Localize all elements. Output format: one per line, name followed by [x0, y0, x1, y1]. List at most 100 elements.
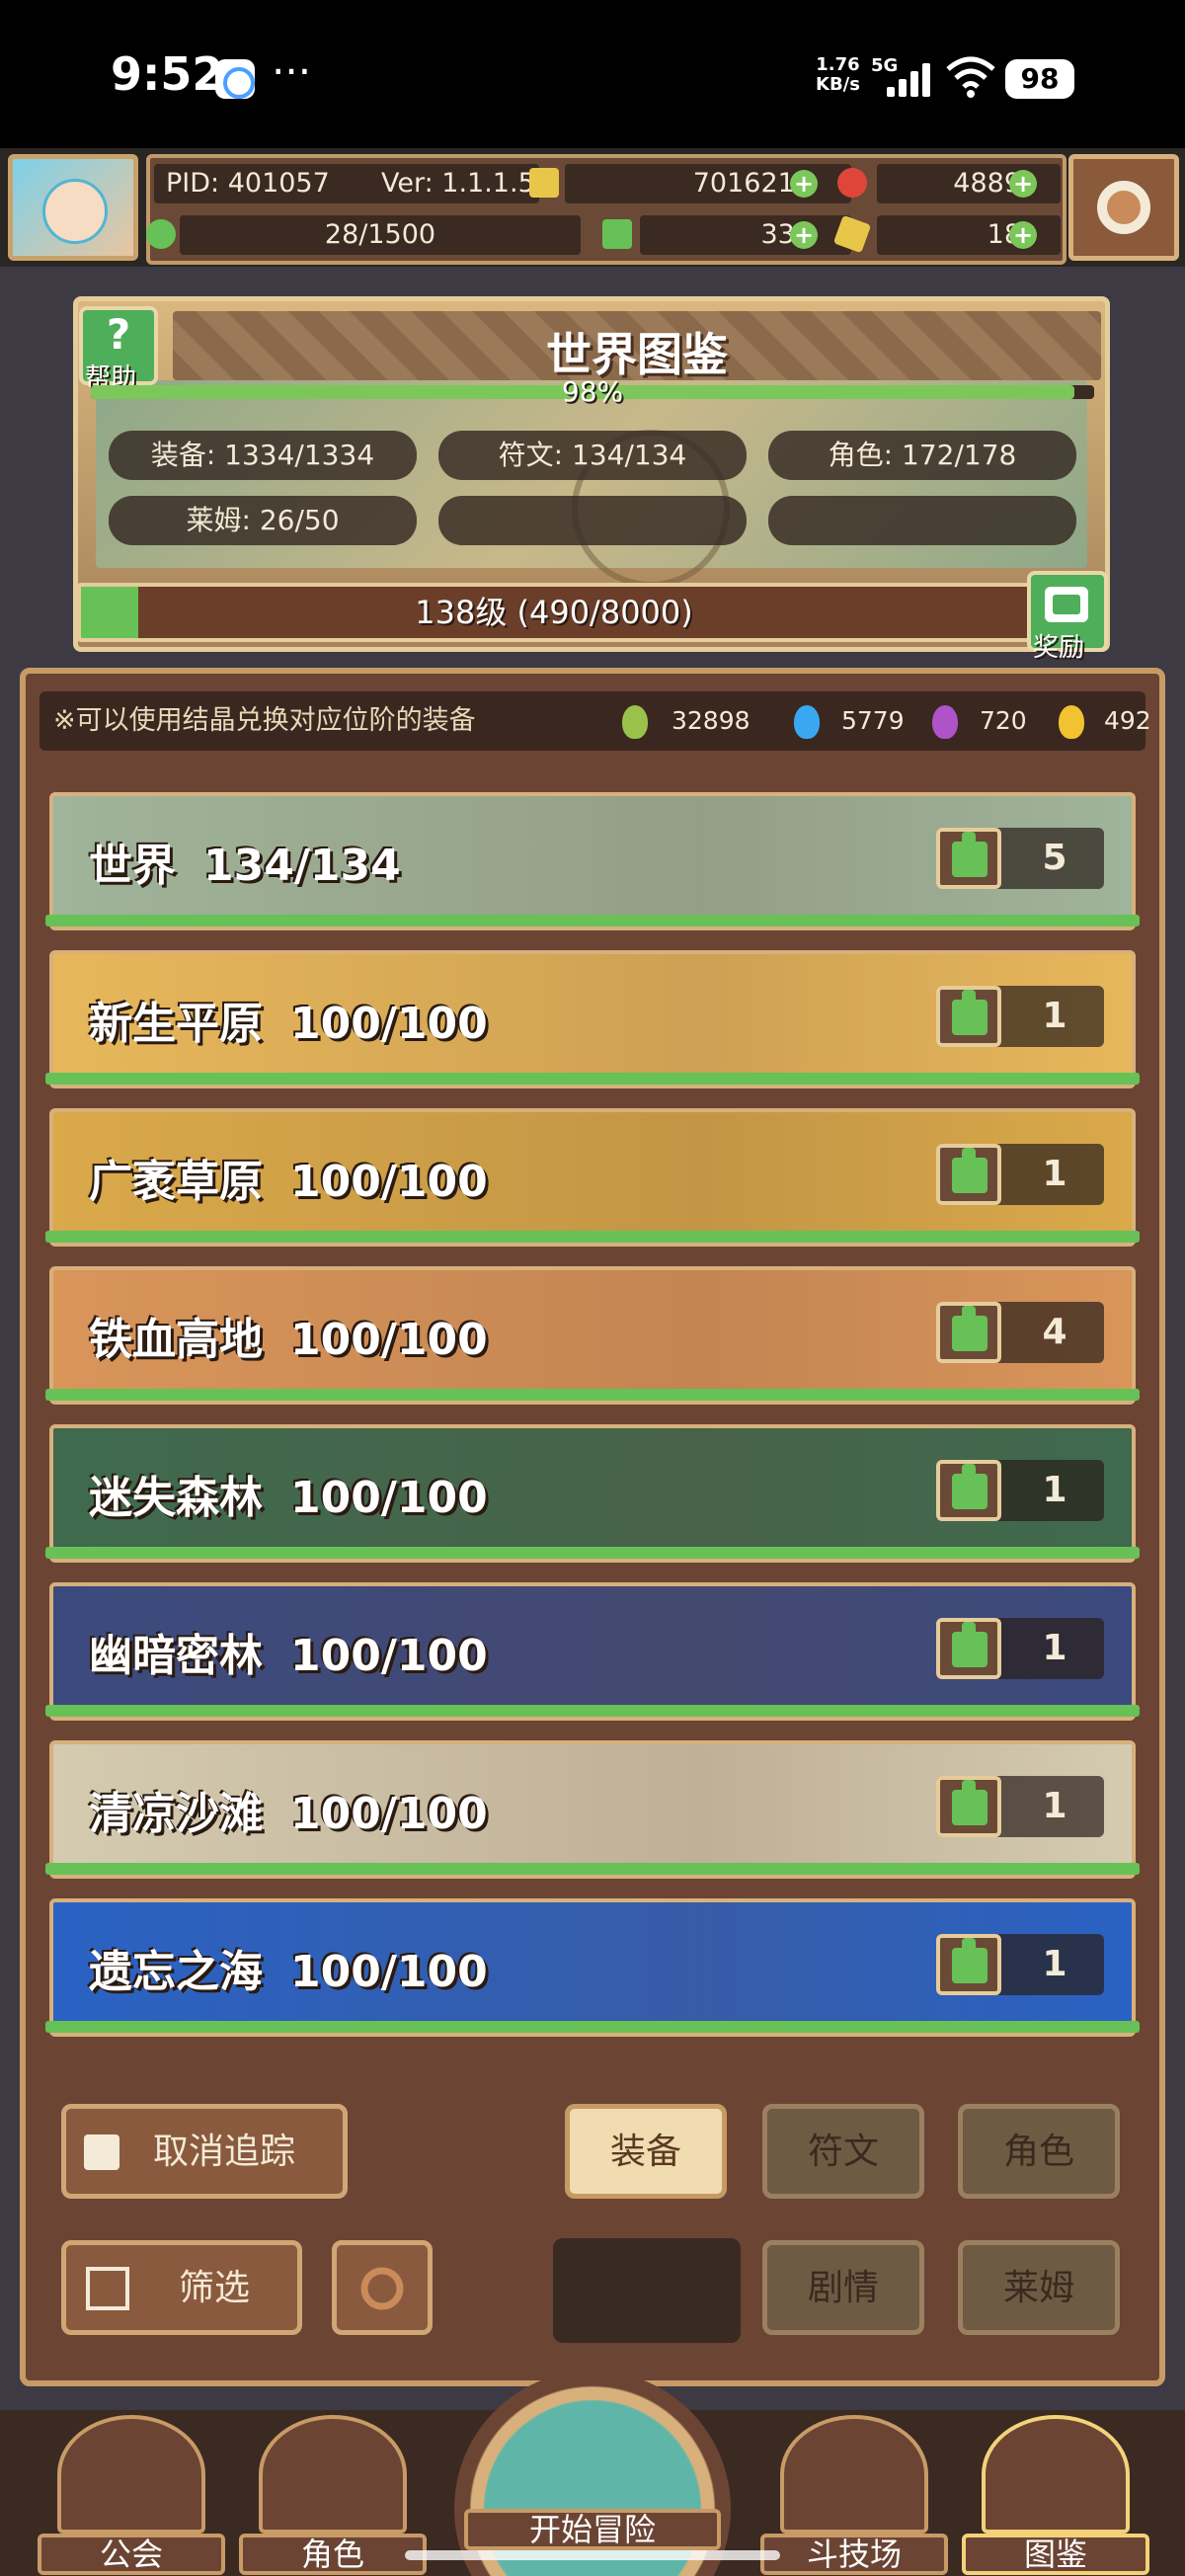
nav-arena[interactable]: 斗技场	[760, 2415, 948, 2575]
completion-percent: 98%	[561, 375, 624, 408]
untrack-button[interactable]: 取消追踪	[61, 2104, 348, 2199]
like-button[interactable]	[936, 1934, 1001, 1995]
like-button[interactable]	[936, 986, 1001, 1047]
nav-character[interactable]: 角色	[239, 2415, 427, 2575]
region-name: 广袤草原	[89, 1157, 263, 1207]
blue-crystal-icon	[794, 705, 820, 739]
filter-label: 筛选	[179, 2268, 251, 2308]
tab-slimes[interactable]: 莱姆	[958, 2240, 1120, 2335]
like-box: 1	[936, 1776, 1104, 1837]
region-row[interactable]: 遗忘之海 100/100 1	[49, 1898, 1136, 2037]
thumbs-up-icon	[952, 1938, 988, 1983]
purple-crystal-icon	[932, 705, 958, 739]
coin-icon	[529, 168, 559, 198]
region-row[interactable]: 铁血高地 100/100 4	[49, 1266, 1136, 1405]
signal-icon	[887, 63, 934, 97]
player-avatar[interactable]	[8, 154, 138, 261]
like-button[interactable]	[936, 1460, 1001, 1521]
region-row[interactable]: 清凉沙滩 100/100 1	[49, 1740, 1136, 1879]
home-indicator	[405, 2550, 780, 2560]
like-count: 1	[1042, 1944, 1067, 1984]
tab-characters[interactable]: 角色	[958, 2104, 1120, 2199]
region-progress-bar	[45, 1705, 1140, 1717]
nav-encyclopedia[interactable]: 图鉴	[962, 2415, 1149, 2575]
game-version: Ver: 1.1.1.5	[381, 168, 535, 199]
region-row[interactable]: 世界 134/134 5	[49, 792, 1136, 930]
app-notification-icon	[215, 59, 255, 99]
region-row[interactable]: 幽暗密林 100/100 1	[49, 1582, 1136, 1721]
purple-crystal-count: 720	[980, 706, 1027, 735]
slimes-stat: 莱姆: 26/50	[109, 496, 417, 545]
characters-stat: 角色: 172/178	[768, 431, 1076, 480]
reward-icon	[1045, 587, 1088, 622]
like-count: 1	[1042, 1786, 1067, 1826]
like-count: 5	[1042, 838, 1067, 878]
clock: 9:52	[111, 47, 224, 101]
tab-story[interactable]: 剧情	[762, 2240, 924, 2335]
grid-filter-icon	[86, 2267, 129, 2310]
like-box: 1	[936, 986, 1104, 1047]
tab-equipment[interactable]: 装备	[565, 2104, 727, 2199]
region-progress: 134/134	[203, 841, 401, 891]
clover-display: 331	[640, 215, 851, 255]
region-name: 清凉沙滩	[89, 1789, 263, 1839]
encyclopedia-level-bar: 138级 (490/8000)	[77, 583, 1031, 642]
title-banner: 世界图鉴	[173, 311, 1101, 381]
wifi-icon	[946, 56, 995, 98]
gear-icon	[1097, 181, 1150, 234]
add-coins-button[interactable]: +	[790, 170, 818, 198]
gold-crystal-icon	[1059, 705, 1084, 739]
book-icon	[982, 2415, 1130, 2534]
region-row[interactable]: 广袤草原 100/100 1	[49, 1108, 1136, 1247]
region-title: 迷失森林 100/100	[89, 1462, 488, 1525]
region-title: 遗忘之海 100/100	[89, 1936, 488, 1999]
like-button[interactable]	[936, 1618, 1001, 1679]
like-button[interactable]	[936, 1144, 1001, 1205]
empty-stat-slot	[438, 496, 747, 545]
region-progress: 100/100	[290, 1157, 488, 1207]
region-row[interactable]: 新生平原 100/100 1	[49, 950, 1136, 1088]
like-button[interactable]	[936, 1302, 1001, 1363]
region-title: 清凉沙滩 100/100	[89, 1778, 488, 1841]
add-gems-button[interactable]: +	[1009, 170, 1037, 198]
like-box: 1	[936, 1618, 1104, 1679]
clover-icon	[602, 219, 632, 249]
ruby-icon	[837, 168, 867, 198]
thumbs-up-icon	[952, 1464, 988, 1509]
nav-start-adventure[interactable]: 开始冒险	[454, 2371, 731, 2576]
region-name: 遗忘之海	[89, 1947, 263, 1997]
region-progress-bar	[45, 1863, 1140, 1875]
character-portrait-icon	[259, 2415, 407, 2534]
network-speed-unit: KB/s	[816, 74, 860, 95]
tab-runes[interactable]: 符文	[762, 2104, 924, 2199]
thumbs-up-icon	[84, 2134, 119, 2170]
thumbs-up-icon	[952, 1780, 988, 1825]
add-clover-button[interactable]: +	[790, 221, 818, 249]
region-name: 新生平原	[89, 999, 263, 1049]
nav-guild-label: 公会	[38, 2534, 225, 2575]
like-button[interactable]	[936, 828, 1001, 889]
region-progress: 100/100	[290, 1789, 488, 1839]
pid-version-row: PID: 401057 Ver: 1.1.1.5	[154, 164, 539, 203]
thumbs-up-icon	[952, 990, 988, 1035]
filter-button[interactable]: 筛选	[61, 2240, 302, 2335]
region-progress: 100/100	[290, 1315, 488, 1365]
blue-crystal-count: 5779	[841, 706, 905, 735]
nav-guild[interactable]: 公会	[38, 2415, 225, 2575]
add-keys-button[interactable]: +	[1009, 221, 1037, 249]
region-progress: 100/100	[290, 999, 488, 1049]
reset-filter-button[interactable]	[332, 2240, 433, 2335]
level-text: 138级 (490/8000)	[415, 594, 693, 631]
green-crystal-count: 32898	[672, 706, 750, 735]
network-speed: 1.76 KB/s	[816, 55, 860, 95]
like-count: 1	[1042, 996, 1067, 1036]
nav-encyclopedia-label: 图鉴	[962, 2534, 1149, 2575]
region-name: 幽暗密林	[89, 1631, 263, 1681]
reward-label: 奖励	[1033, 633, 1085, 663]
player-info-panel: PID: 401057 Ver: 1.1.1.5 7016217 + 4889 …	[146, 154, 1066, 265]
region-title: 新生平原 100/100	[89, 988, 488, 1051]
status-bar: 9:52 ··· 1.76 KB/s 5G 98	[0, 0, 1185, 148]
settings-button[interactable]	[1068, 154, 1179, 261]
region-row[interactable]: 迷失森林 100/100 1	[49, 1424, 1136, 1563]
like-button[interactable]	[936, 1776, 1001, 1837]
